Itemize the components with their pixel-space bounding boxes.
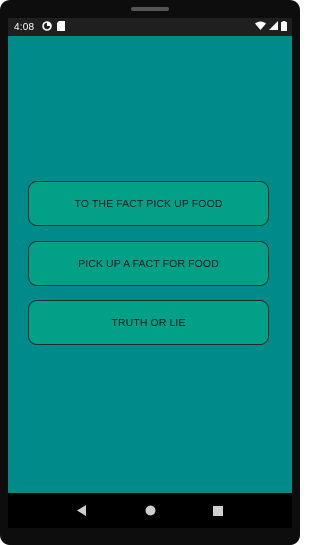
speaker-grille: [131, 7, 169, 11]
recents-icon[interactable]: [206, 499, 230, 523]
truth-or-lie-button[interactable]: TRUTH OR LIE: [28, 300, 269, 345]
app-screen: TO THE FACT PICK UP FOOD PICK UP A FACT …: [8, 36, 292, 493]
status-right-icons: [255, 20, 287, 34]
home-icon[interactable]: [138, 499, 162, 523]
navigation-bar: [8, 493, 292, 528]
wifi-icon: [255, 21, 266, 33]
status-time: 4:08: [14, 21, 35, 33]
signal-icon: [269, 21, 278, 33]
fact-pick-up-food-button[interactable]: TO THE FACT PICK UP FOOD: [28, 181, 269, 226]
pick-up-fact-for-food-button[interactable]: PICK UP A FACT FOR FOOD: [28, 241, 269, 286]
back-icon[interactable]: [70, 499, 94, 523]
data-saver-icon: [42, 20, 53, 34]
battery-icon: [281, 20, 287, 34]
device-frame: 4:08 TO THE FACT PICK UP FOOD PICK UP A …: [0, 0, 300, 545]
notification-icons: [42, 20, 66, 34]
sd-card-icon: [57, 20, 66, 34]
status-bar: 4:08: [8, 18, 292, 36]
